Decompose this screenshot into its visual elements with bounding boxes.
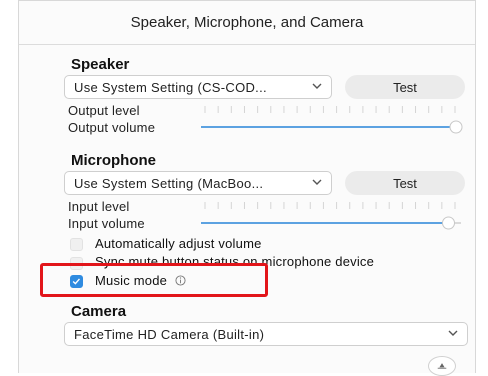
speaker-device-value: Use System Setting (CS-COD... xyxy=(74,79,267,95)
speaker-device-select[interactable]: Use System Setting (CS-COD... xyxy=(64,75,332,99)
microphone-device-select[interactable]: Use System Setting (MacBoo... xyxy=(64,171,332,195)
output-volume-label: Output volume xyxy=(68,120,156,135)
input-volume-slider[interactable] xyxy=(199,216,463,230)
settings-button[interactable] xyxy=(428,356,456,376)
chevron-down-icon xyxy=(312,83,322,89)
microphone-test-button[interactable]: Test xyxy=(345,171,465,195)
slider-knob[interactable] xyxy=(449,120,463,134)
input-level-label: Input level xyxy=(68,199,130,214)
camera-device-select[interactable]: FaceTime HD Camera (Built-in) xyxy=(64,322,468,346)
speaker-heading: Speaker xyxy=(71,56,130,73)
camera-device-value: FaceTime HD Camera (Built-in) xyxy=(74,326,265,342)
music-mode-highlight xyxy=(40,263,268,297)
settings-panel: Speaker, Microphone, and Camera Speaker … xyxy=(18,0,476,373)
window-title: Speaker, Microphone, and Camera xyxy=(19,1,475,45)
speaker-test-button[interactable]: Test xyxy=(345,75,465,99)
output-volume-slider[interactable] xyxy=(199,120,463,134)
camera-heading: Camera xyxy=(71,303,127,320)
auto-adjust-checkbox[interactable] xyxy=(70,238,83,251)
input-volume-label: Input volume xyxy=(68,216,145,231)
input-level-meter xyxy=(204,202,456,209)
auto-adjust-label: Automatically adjust volume xyxy=(95,236,262,251)
chevron-down-icon xyxy=(312,179,322,185)
output-level-label: Output level xyxy=(68,103,140,118)
slider-knob[interactable] xyxy=(442,216,455,230)
chevron-down-icon xyxy=(448,330,458,336)
gear-icon xyxy=(437,362,447,369)
microphone-device-value: Use System Setting (MacBoo... xyxy=(74,175,264,191)
microphone-heading: Microphone xyxy=(71,152,156,169)
output-level-meter xyxy=(204,106,456,113)
